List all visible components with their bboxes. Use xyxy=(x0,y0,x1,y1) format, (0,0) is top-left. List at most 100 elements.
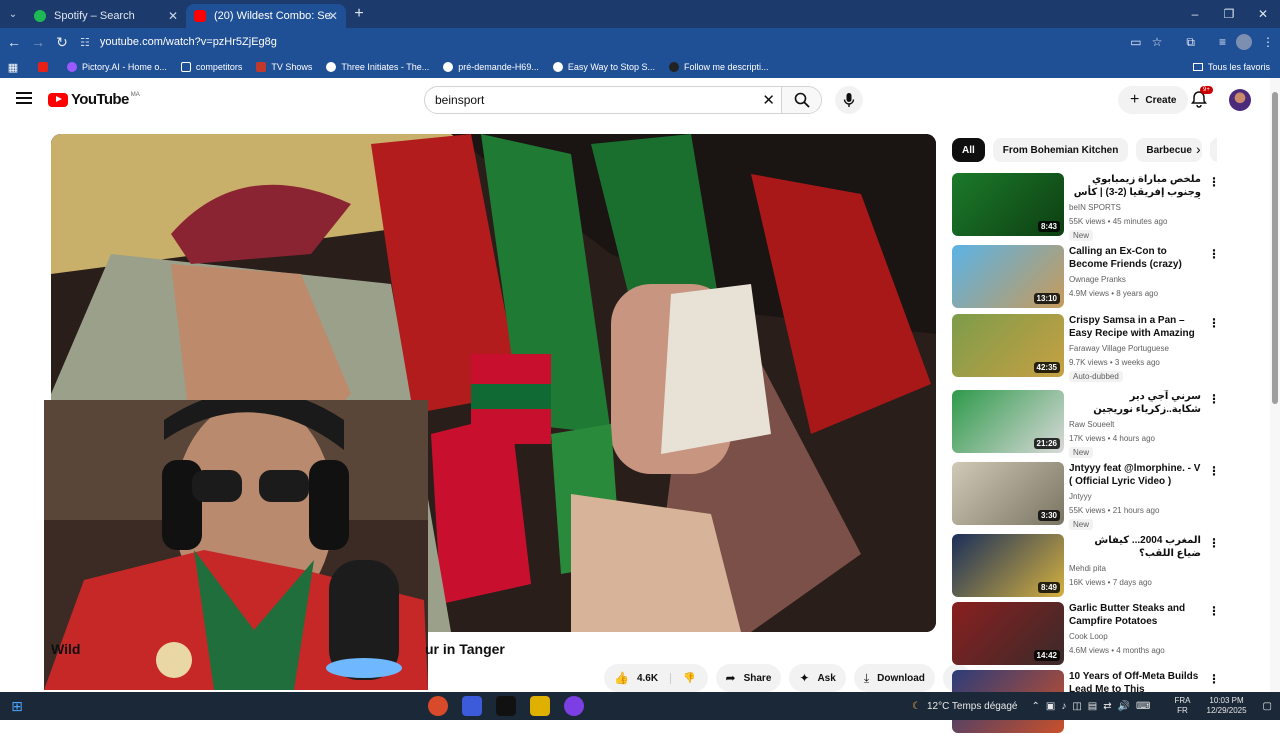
channel-name[interactable]: Mehdi pita xyxy=(1069,564,1106,573)
chip-from-bohemian-kitchen[interactable]: From Bohemian Kitchen xyxy=(992,138,1129,162)
recommendation-item[interactable]: 14:42 Garlic Butter Steaks and Campfire P… xyxy=(952,602,1220,666)
channel-name[interactable]: Raw Soueelt xyxy=(1069,420,1114,429)
recommendation-item[interactable]: 8:49 المغرب 2004... كيفاش ضياع اللقب؟ Mehd… xyxy=(952,534,1220,598)
dislike-icon[interactable]: 👎 xyxy=(671,673,707,684)
new-tab-button[interactable]: + xyxy=(346,5,372,23)
weather-text[interactable]: 12°C Temps dégagé xyxy=(927,701,1018,712)
more-options-icon[interactable]: ⋮ xyxy=(1208,392,1220,406)
taskbar-app-icon[interactable] xyxy=(564,696,584,716)
channel-name[interactable]: beIN SPORTS xyxy=(1069,203,1121,212)
youtube-logo[interactable]: YouTube MA xyxy=(48,91,140,108)
search-button[interactable] xyxy=(781,87,821,113)
chip-partial[interactable]: Ro xyxy=(1209,138,1217,162)
page-scrollbar[interactable] xyxy=(1270,78,1280,692)
notification-center-icon[interactable]: ▢ xyxy=(1263,701,1272,712)
tab-search-chevron-icon[interactable]: ⌄ xyxy=(0,0,26,28)
profile-icon[interactable] xyxy=(1236,34,1252,50)
chip-all[interactable]: All xyxy=(952,138,985,162)
windows-start-icon[interactable]: ⊞ xyxy=(0,698,34,715)
recommendation-item[interactable]: 8:43 ملخص مباراة زيمبابوي وجنوب إفريقيا (… xyxy=(952,173,1220,241)
menu-hamburger-icon[interactable] xyxy=(16,92,32,104)
bookmark-item[interactable] xyxy=(38,62,53,72)
video-thumbnail[interactable]: 8:49 xyxy=(952,534,1064,597)
video-title[interactable]: سرني آجي دير شكاية..زكرياء نوريجين فرش ك… xyxy=(1069,390,1201,416)
video-title[interactable]: ملخص مباراة زيمبابوي وجنوب إفريقيا (2-3)… xyxy=(1069,173,1201,199)
video-title[interactable]: المغرب 2004... كيفاش ضياع اللقب؟ xyxy=(1069,534,1201,560)
more-options-icon[interactable]: ⋮ xyxy=(1208,536,1220,550)
tab-youtube[interactable]: (20) Wildest Combo: Seafood M ✕ xyxy=(186,4,346,28)
recommendation-item[interactable]: 13:10 Calling an Ex-Con to Become Friends… xyxy=(952,245,1220,309)
bookmark-item[interactable]: Follow me descripti... xyxy=(669,62,769,72)
more-options-icon[interactable]: ⋮ xyxy=(1208,464,1220,478)
bookmark-item[interactable]: TV Shows xyxy=(256,62,312,72)
video-title[interactable]: Garlic Butter Steaks and Campfire Potato… xyxy=(1069,602,1201,628)
reload-icon[interactable]: ↻ xyxy=(50,34,74,51)
channel-name[interactable]: Faraway Village Portuguese xyxy=(1069,344,1169,353)
bookmark-item[interactable]: Three Initiates - The... xyxy=(326,62,429,72)
bookmark-item[interactable]: Easy Way to Stop S... xyxy=(552,62,655,72)
more-options-icon[interactable]: ⋮ xyxy=(1208,175,1220,189)
taskbar-app-icon[interactable] xyxy=(428,696,448,716)
account-avatar[interactable] xyxy=(1229,89,1251,111)
video-title[interactable]: Jntyyy feat @lmorphine. - V ( Official L… xyxy=(1069,462,1201,488)
restore-icon[interactable]: ❐ xyxy=(1212,0,1246,28)
more-options-icon[interactable]: ⋮ xyxy=(1208,316,1220,330)
minimize-icon[interactable]: – xyxy=(1178,0,1212,28)
video-title[interactable]: Crispy Samsa in a Pan – Easy Recipe with… xyxy=(1069,314,1201,340)
share-button[interactable]: ➦ Share xyxy=(715,664,782,692)
video-thumbnail[interactable]: 13:10 xyxy=(952,245,1064,308)
language-indicator[interactable]: FRA FR xyxy=(1175,696,1191,716)
taskbar-app-icon[interactable] xyxy=(462,696,482,716)
video-thumbnail[interactable]: 42:35 xyxy=(952,314,1064,377)
close-window-icon[interactable]: ✕ xyxy=(1246,0,1280,28)
video-thumbnail[interactable]: 21:26 xyxy=(952,390,1064,453)
more-options-icon[interactable]: ⋮ xyxy=(1208,672,1220,686)
recommendation-item[interactable]: 21:26 سرني آجي دير شكاية..زكرياء نوريجين … xyxy=(952,390,1220,458)
apps-grid-icon[interactable]: ▦ xyxy=(0,61,26,74)
chip-barbecue[interactable]: Barbecue xyxy=(1136,138,1202,162)
clock[interactable]: 10:03 PM 12/29/2025 xyxy=(1207,696,1247,716)
bookmark-item[interactable]: competitors xyxy=(180,62,242,72)
bookmark-star-icon[interactable]: ☆ xyxy=(1152,35,1163,49)
site-info-icon[interactable]: ☷ xyxy=(80,36,90,49)
media-icon[interactable]: ≡ xyxy=(1219,35,1226,49)
forward-icon[interactable]: → xyxy=(26,34,50,50)
recommendation-item[interactable]: 42:35 Crispy Samsa in a Pan – Easy Recipe… xyxy=(952,314,1220,382)
taskbar-app-icon[interactable] xyxy=(530,696,550,716)
bookmark-item[interactable]: Pictory.AI - Home o... xyxy=(67,62,167,72)
channel-name[interactable]: Cook Loop xyxy=(1069,632,1108,641)
download-button[interactable]: ⤓ Download xyxy=(853,664,935,692)
address-bar[interactable]: ☷ youtube.com/watch?v=pzHr5ZjEg8g xyxy=(80,31,1160,53)
tiktok-icon[interactable] xyxy=(496,696,516,716)
notifications-button[interactable]: 9+ xyxy=(1190,86,1213,110)
video-thumbnail[interactable]: 8:43 xyxy=(952,173,1064,236)
scrollbar-thumb[interactable] xyxy=(1272,92,1278,404)
channel-name[interactable]: Jntyyy xyxy=(1069,492,1092,501)
video-thumbnail[interactable]: 3:30 xyxy=(952,462,1064,525)
search-box[interactable]: beinsport ✕ xyxy=(424,86,822,114)
tray-icons[interactable]: ⌃▣♪◫▤⇄🔊⌨ xyxy=(1032,701,1157,712)
like-count[interactable]: 4.6K xyxy=(637,672,672,684)
search-input[interactable]: beinsport xyxy=(435,93,484,107)
like-icon[interactable]: 👍 xyxy=(614,671,629,685)
ask-button[interactable]: ✦ Ask xyxy=(789,664,846,692)
channel-name[interactable]: Ownage Pranks xyxy=(1069,275,1126,284)
back-icon[interactable]: ← xyxy=(2,34,26,50)
chevron-right-icon[interactable]: › xyxy=(1196,141,1201,157)
voice-search-button[interactable] xyxy=(835,86,863,114)
cast-icon[interactable]: ▭ xyxy=(1130,35,1141,49)
clear-search-icon[interactable]: ✕ xyxy=(762,91,775,109)
video-title[interactable]: Calling an Ex-Con to Become Friends (cra… xyxy=(1069,245,1201,271)
menu-kebab-icon[interactable]: ⋮ xyxy=(1262,35,1274,49)
bookmark-item[interactable]: pré-demande-H69... xyxy=(443,62,539,72)
tab-spotify[interactable]: Spotify – Search ✕ xyxy=(26,4,186,28)
extensions-icon[interactable]: ⧉ xyxy=(1186,35,1195,50)
create-button[interactable]: + Create xyxy=(1118,86,1189,114)
close-tab-icon[interactable]: ✕ xyxy=(328,9,338,23)
close-tab-icon[interactable]: ✕ xyxy=(168,9,178,23)
all-bookmarks[interactable]: Tous les favoris xyxy=(1192,62,1270,72)
more-options-icon[interactable]: ⋮ xyxy=(1208,247,1220,261)
video-thumbnail[interactable]: 14:42 xyxy=(952,602,1064,665)
recommendation-item[interactable]: 3:30 Jntyyy feat @lmorphine. - V ( Offici… xyxy=(952,462,1220,530)
more-options-icon[interactable]: ⋮ xyxy=(1208,604,1220,618)
